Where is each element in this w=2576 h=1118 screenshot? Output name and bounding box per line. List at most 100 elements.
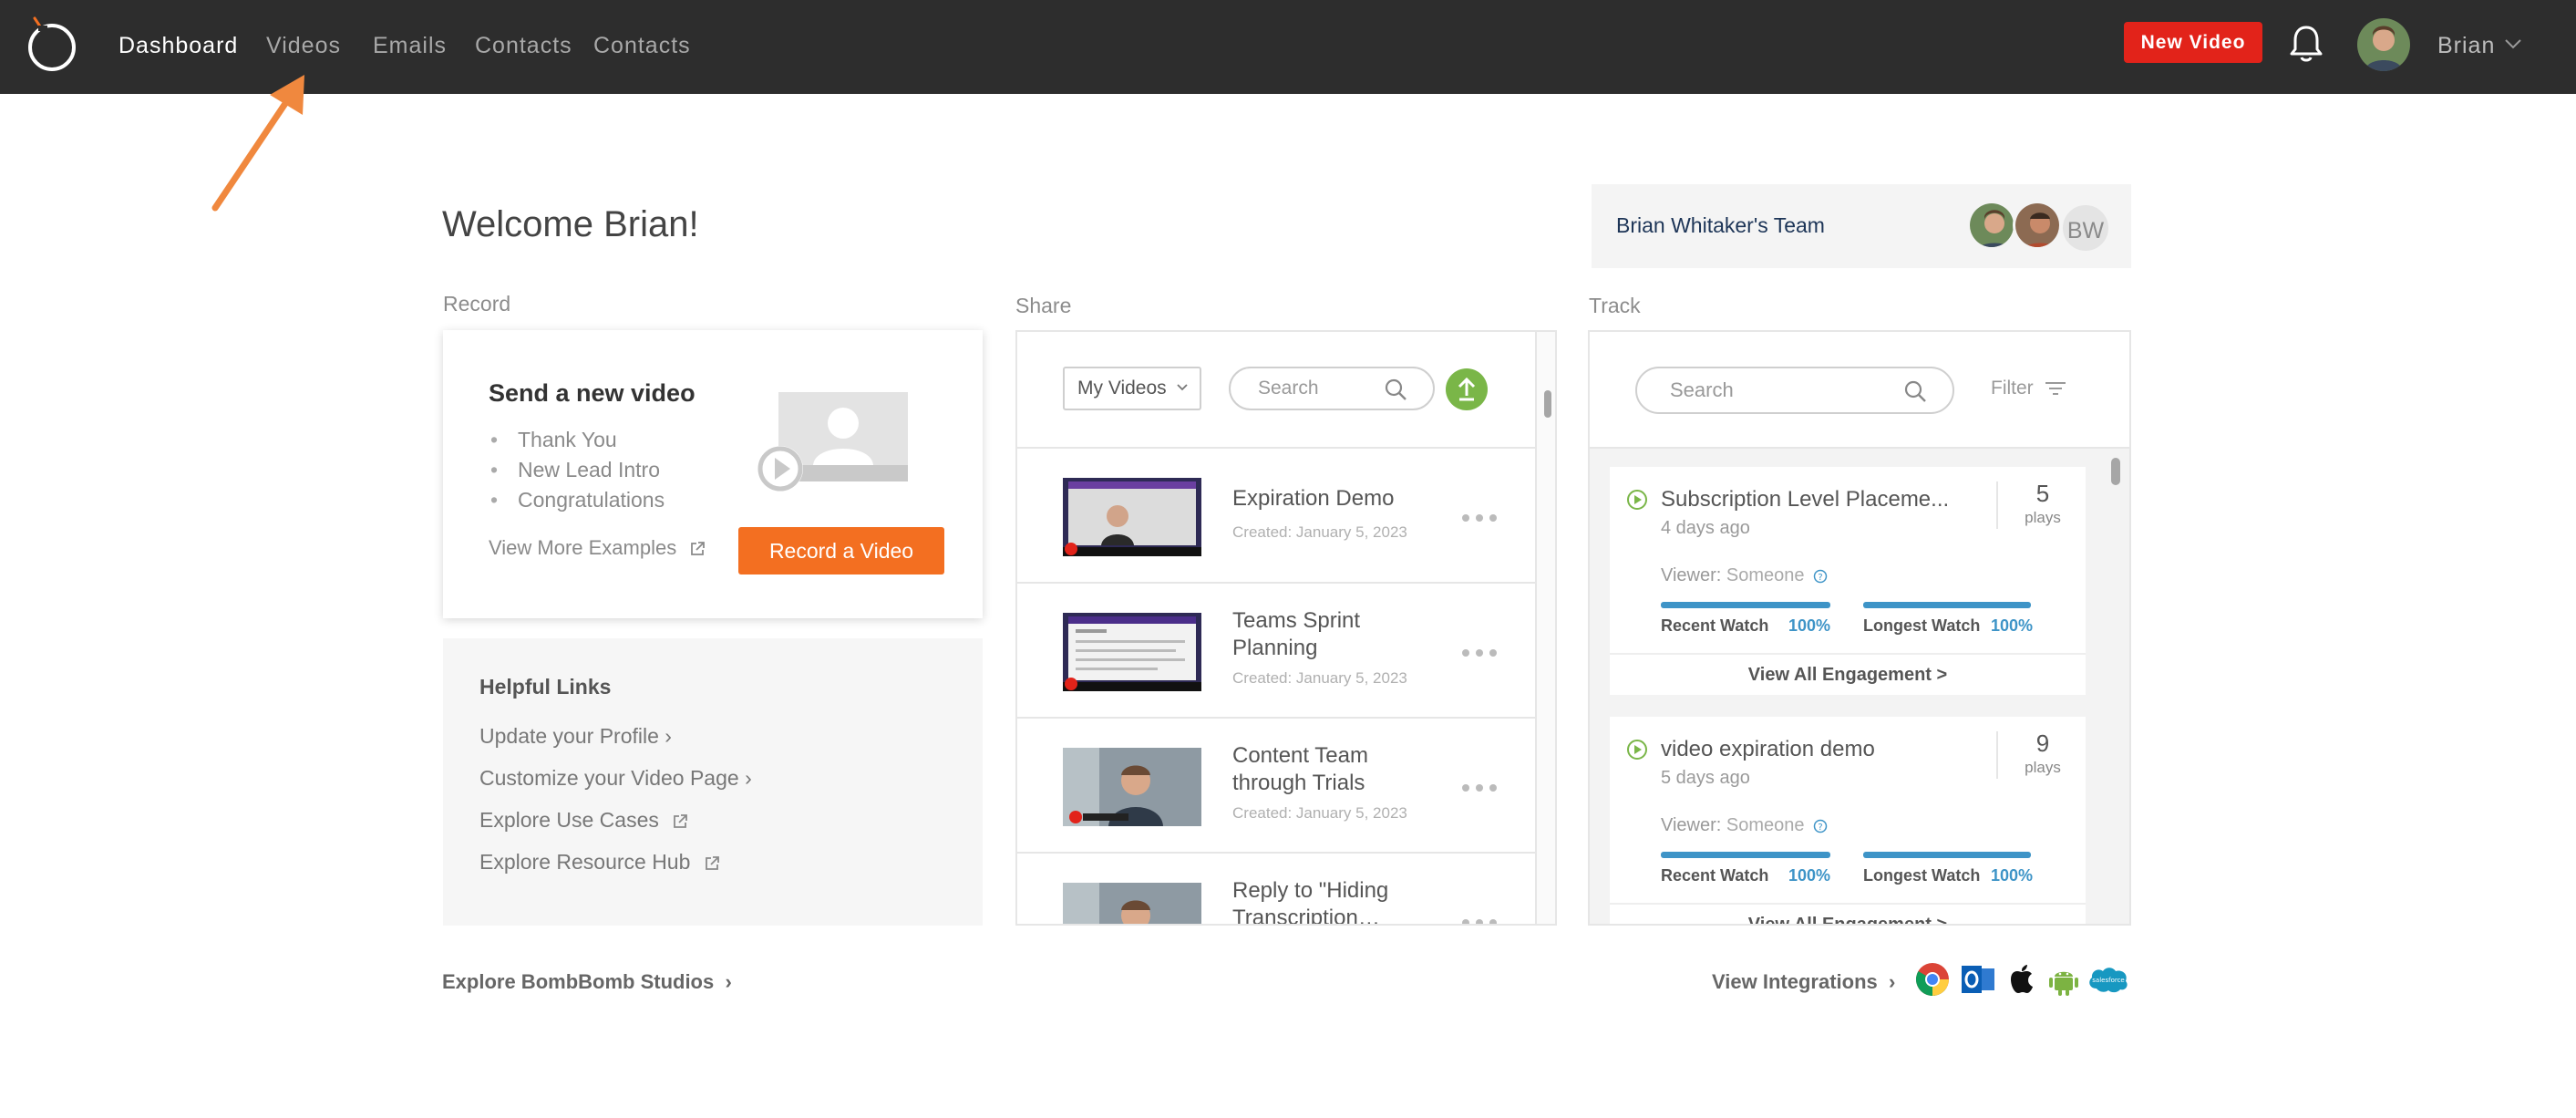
share-scrollbar-thumb[interactable] xyxy=(1544,390,1551,418)
video-list-item[interactable]: Reply to "Hiding Transcription… xyxy=(1017,855,1535,926)
share-scrollbar[interactable] xyxy=(1535,332,1555,924)
track-scrollbar-thumb[interactable] xyxy=(2111,458,2120,485)
chevron-right-icon: › xyxy=(1882,970,1896,993)
explore-use-cases-link[interactable]: Explore Use Cases xyxy=(479,808,688,833)
video-list-item[interactable]: Expiration Demo Created: January 5, 2023 xyxy=(1017,450,1535,584)
recent-watch-percent: 100% xyxy=(1788,866,1831,885)
welcome-heading: Welcome Brian! xyxy=(442,204,699,244)
engagement-card[interactable]: Subscription Level Placeme... 4 days ago… xyxy=(1610,467,2086,695)
chevron-right-icon: › xyxy=(719,970,732,993)
recent-watch-label: Recent Watch xyxy=(1661,866,1769,885)
view-integrations-link[interactable]: View Integrations › xyxy=(1712,970,1895,994)
nav-dashboard[interactable]: Dashboard xyxy=(118,33,238,59)
android-icon[interactable] xyxy=(2045,961,2082,998)
record-video-button[interactable]: Record a Video xyxy=(738,527,944,575)
video-list-item[interactable]: Content Team through Trials Created: Jan… xyxy=(1017,720,1535,854)
explore-resource-hub-label: Explore Resource Hub xyxy=(479,850,691,874)
salesforce-icon[interactable]: salesforce xyxy=(2086,961,2131,998)
video-title[interactable]: Content Team through Trials xyxy=(1232,742,1424,797)
engagement-card[interactable]: video expiration demo 5 days ago 9 plays… xyxy=(1610,717,2086,924)
chevron-down-icon[interactable] xyxy=(2503,36,2523,51)
video-thumbnail[interactable] xyxy=(1063,478,1201,556)
view-all-engagement-link[interactable]: View All Engagement > xyxy=(1610,903,2086,924)
help-icon[interactable]: ? xyxy=(1813,819,1828,833)
recent-watch-label: Recent Watch xyxy=(1661,616,1769,635)
new-video-button[interactable]: New Video xyxy=(2124,22,2262,63)
longest-watch-percent: 100% xyxy=(1991,616,2034,635)
chrome-icon[interactable] xyxy=(1914,961,1951,998)
explore-studios-label: Explore BombBomb Studios xyxy=(442,970,715,993)
engagement-title[interactable]: video expiration demo xyxy=(1661,737,1875,762)
outlook-icon[interactable] xyxy=(1960,961,1996,998)
record-title: Send a new video xyxy=(489,379,696,407)
example-item: Thank You xyxy=(489,425,665,455)
video-title[interactable]: Teams Sprint Planning xyxy=(1232,607,1424,662)
explore-use-cases-label: Explore Use Cases xyxy=(479,808,659,832)
external-link-icon xyxy=(691,542,706,556)
nav-emails[interactable]: Emails xyxy=(373,33,447,59)
track-panel: Search Filter Subscription Level Placeme… xyxy=(1588,330,2131,926)
explore-resource-hub-link[interactable]: Explore Resource Hub xyxy=(479,850,720,875)
customize-video-page-label: Customize your Video Page xyxy=(479,766,739,790)
view-more-label: View More Examples xyxy=(489,536,677,559)
user-name[interactable]: Brian xyxy=(2437,33,2495,59)
nav-videos[interactable]: Videos xyxy=(266,33,341,59)
longest-watch-label: Longest Watch xyxy=(1863,866,1981,885)
filter-icon xyxy=(2045,382,2066,396)
bell-icon[interactable] xyxy=(2288,24,2324,64)
upload-icon xyxy=(1458,377,1476,401)
my-videos-select-value: My Videos xyxy=(1077,378,1167,399)
more-options-icon[interactable] xyxy=(1460,917,1499,926)
plays-label: plays xyxy=(2025,509,2061,526)
filter-button[interactable]: Filter xyxy=(1991,378,2066,399)
more-options-icon[interactable] xyxy=(1460,512,1499,523)
track-search-placeholder: Search xyxy=(1670,378,1734,401)
video-title[interactable]: Expiration Demo xyxy=(1232,485,1424,512)
longest-watch-bar xyxy=(1863,852,2031,858)
svg-text:?: ? xyxy=(1818,823,1822,833)
chevron-right-icon: › xyxy=(745,766,752,790)
share-search-placeholder: Search xyxy=(1258,378,1319,399)
record-section-label: Record xyxy=(443,292,511,316)
search-icon[interactable] xyxy=(1384,378,1407,401)
video-thumbnail[interactable] xyxy=(1063,613,1201,691)
engagement-time: 4 days ago xyxy=(1661,518,1750,538)
nav-contacts[interactable]: Contacts xyxy=(475,33,572,59)
video-list-item[interactable]: Teams Sprint Planning Created: January 5… xyxy=(1017,585,1535,719)
play-count: 9 xyxy=(2035,730,2050,757)
longest-watch-percent: 100% xyxy=(1991,866,2034,885)
viewer-label: Viewer: xyxy=(1661,815,1722,835)
team-member-avatar[interactable] xyxy=(1967,201,2016,250)
team-member-initials[interactable]: BW xyxy=(2060,202,2111,254)
my-videos-select[interactable]: My Videos xyxy=(1063,367,1201,410)
team-name[interactable]: Brian Whitaker's Team xyxy=(1616,213,1825,238)
nav-contacts-2[interactable]: Contacts xyxy=(593,33,691,59)
longest-watch-label: Longest Watch xyxy=(1863,616,1981,635)
team-member-avatar-2[interactable] xyxy=(2013,201,2062,250)
help-icon[interactable]: ? xyxy=(1813,569,1828,584)
video-thumbnail[interactable] xyxy=(1063,883,1201,924)
video-thumbnail[interactable] xyxy=(1063,748,1201,826)
track-search-input[interactable]: Search xyxy=(1635,367,1954,414)
longest-watch-bar xyxy=(1863,602,2031,608)
upload-button[interactable] xyxy=(1446,368,1488,410)
search-icon[interactable] xyxy=(1903,379,1927,403)
video-date: Created: January 5, 2023 xyxy=(1232,804,1407,822)
update-profile-link[interactable]: Update your Profile › xyxy=(479,724,672,749)
user-avatar[interactable] xyxy=(2357,18,2410,71)
video-title[interactable]: Reply to "Hiding Transcription… xyxy=(1232,877,1424,924)
apple-icon[interactable] xyxy=(2004,961,2040,998)
view-more-examples-link[interactable]: View More Examples xyxy=(489,536,706,560)
play-count: 5 xyxy=(2035,480,2050,507)
engagement-time: 5 days ago xyxy=(1661,768,1750,788)
more-options-icon[interactable] xyxy=(1460,782,1499,793)
share-search-input[interactable]: Search xyxy=(1229,367,1435,410)
view-all-engagement-link[interactable]: View All Engagement > xyxy=(1610,653,2086,693)
explore-studios-link[interactable]: Explore BombBomb Studios › xyxy=(442,970,732,994)
customize-video-page-link[interactable]: Customize your Video Page › xyxy=(479,766,752,791)
more-options-icon[interactable] xyxy=(1460,647,1499,658)
bombbomb-logo[interactable] xyxy=(24,13,80,73)
engagement-title[interactable]: Subscription Level Placeme... xyxy=(1661,487,1949,512)
example-list: Thank You New Lead Intro Congratulations xyxy=(489,425,665,515)
share-toolbar: My Videos Search xyxy=(1017,332,1535,449)
